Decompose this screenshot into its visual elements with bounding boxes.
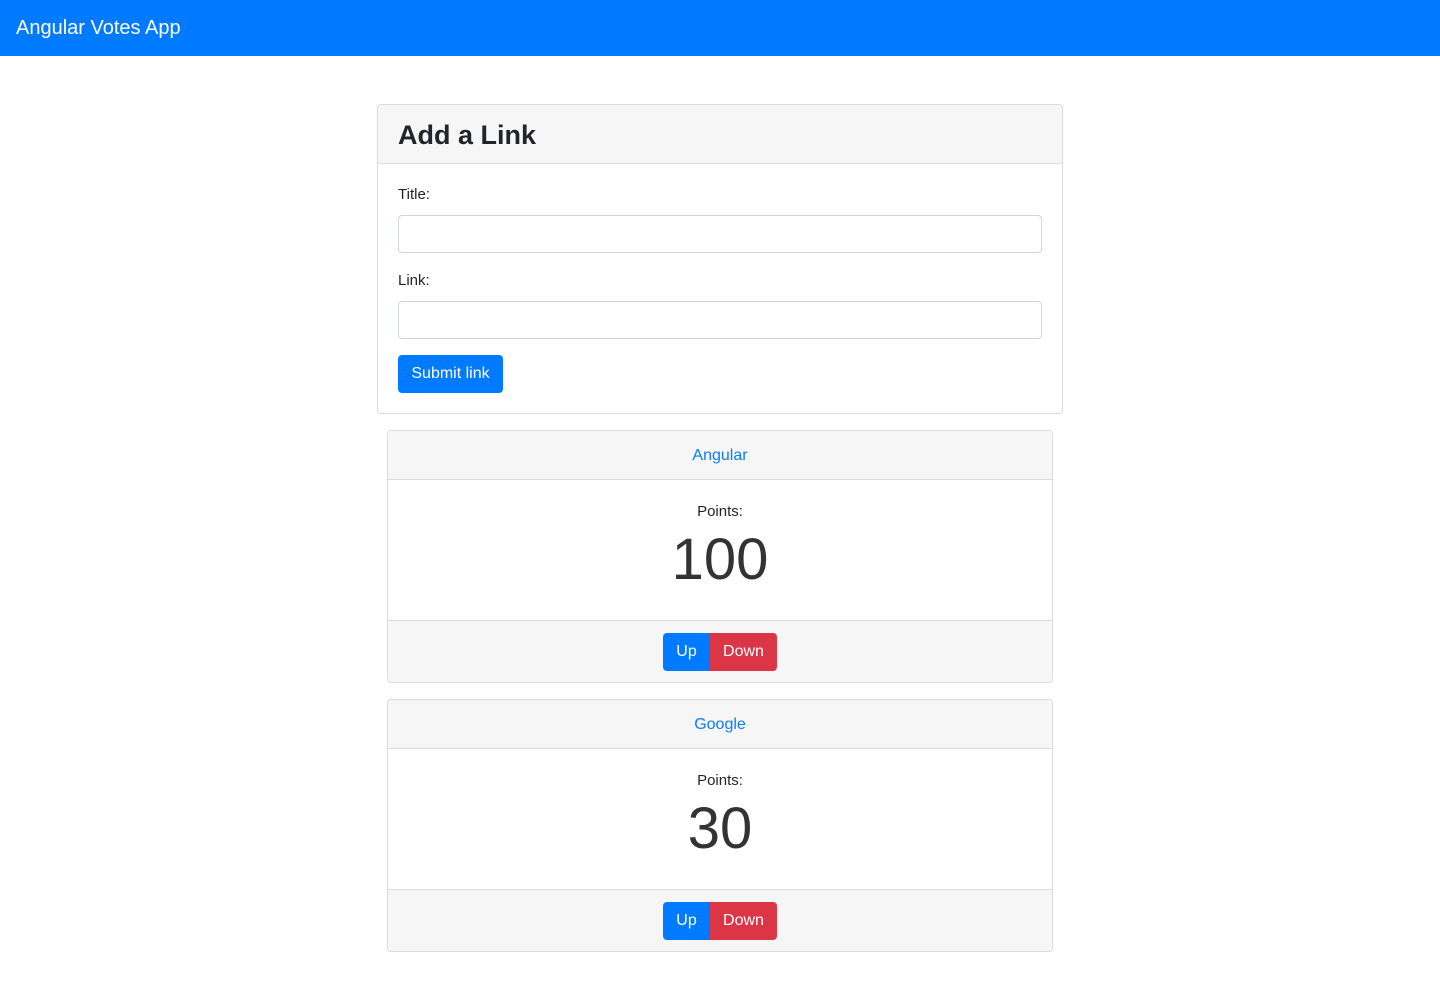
points-value: 100 <box>671 527 769 592</box>
link-title[interactable]: Angular <box>692 447 747 464</box>
points-value: 30 <box>687 796 753 861</box>
top-navbar: Angular Votes App <box>0 0 1440 56</box>
add-link-heading: Add a Link <box>398 120 537 150</box>
link-card-body: Points: 100 <box>388 480 1052 620</box>
submit-link-button[interactable]: Submit link <box>398 355 503 393</box>
link-card-header: Google <box>388 700 1052 749</box>
app-brand[interactable]: Angular Votes App <box>16 0 181 56</box>
link-card-footer: Up Down <box>388 620 1052 682</box>
title-label: Title: <box>398 186 430 203</box>
title-input[interactable] <box>398 215 1042 253</box>
points-label: Points: <box>697 503 743 520</box>
link-input[interactable] <box>398 301 1042 339</box>
link-title[interactable]: Google <box>694 716 746 733</box>
link-card-body: Points: 30 <box>388 749 1052 889</box>
upvote-button[interactable]: Up <box>663 902 710 940</box>
link-label: Link: <box>398 272 430 289</box>
downvote-button[interactable]: Down <box>710 633 777 671</box>
points-label: Points: <box>697 772 743 789</box>
link-card-header: Angular <box>388 431 1052 480</box>
add-link-card: Add a Link Title: Link: Submit link <box>377 104 1063 414</box>
link-card-footer: Up Down <box>388 889 1052 951</box>
downvote-button[interactable]: Down <box>710 902 777 940</box>
add-link-card-header: Add a Link <box>378 105 1062 164</box>
upvote-button[interactable]: Up <box>663 633 710 671</box>
link-card-angular: Angular Points: 100 Up Down <box>387 430 1053 683</box>
link-card-google: Google Points: 30 Up Down <box>387 699 1053 952</box>
